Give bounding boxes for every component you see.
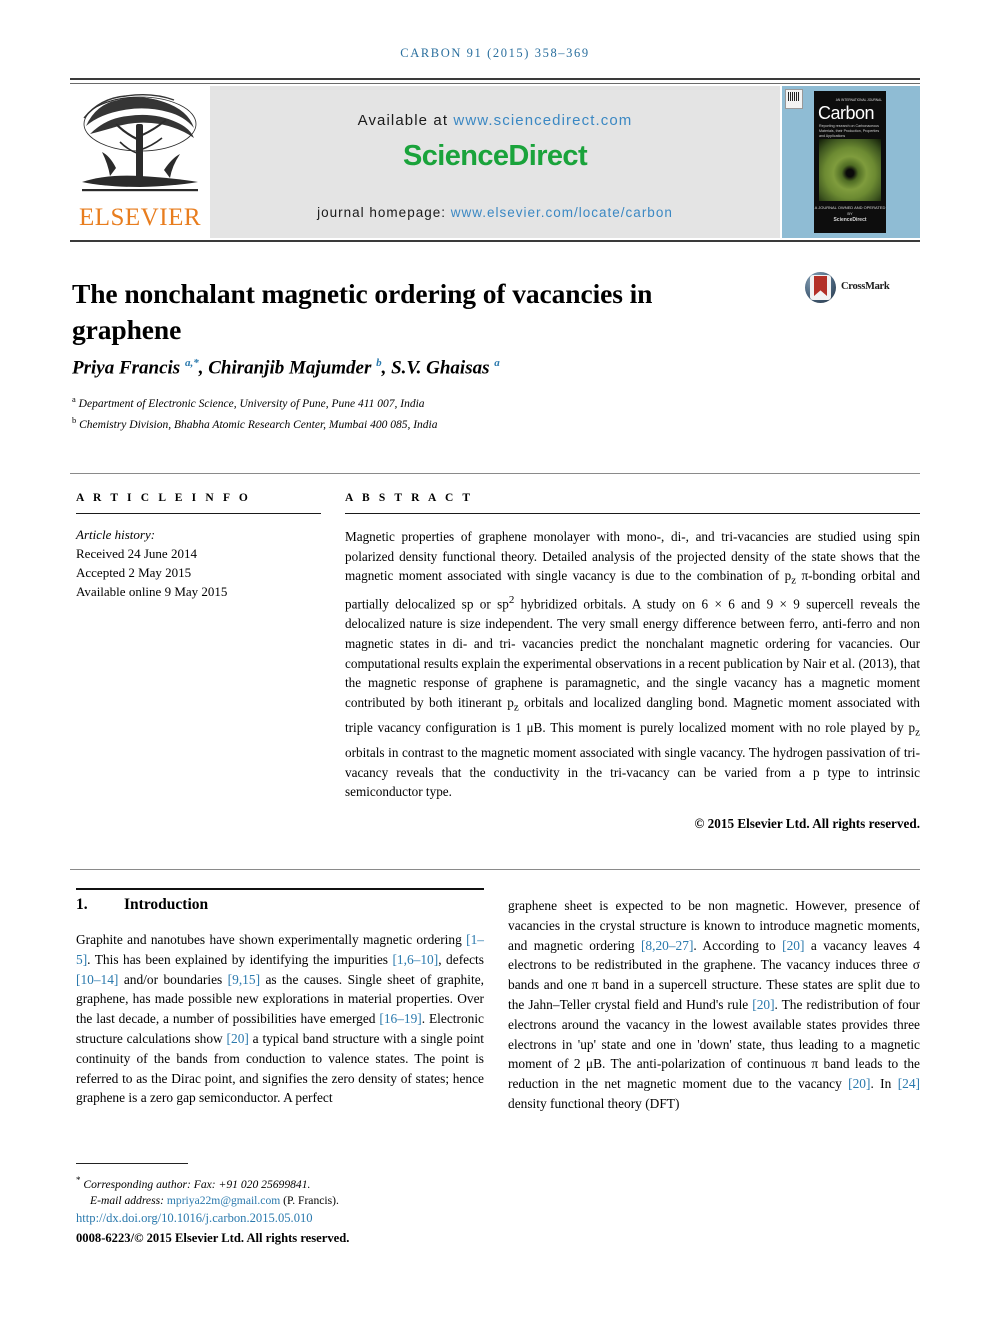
section-heading-rule <box>76 888 484 890</box>
abstract-heading: A B S T R A C T <box>345 492 474 504</box>
sciencedirect-panel: Available at www.sciencedirect.com Scien… <box>210 86 780 238</box>
available-at-label: Available at <box>357 112 449 129</box>
cover-subtitle: Reporting research on Carbonaceous Mater… <box>819 124 880 138</box>
masthead-top-rule <box>70 78 920 80</box>
corresponding-marker: * <box>76 1175 81 1185</box>
author-list: Priya Francis a,*, Chiranjib Majumder b,… <box>72 357 500 379</box>
article-info-heading-rule <box>76 513 321 514</box>
running-head: CARBON 91 (2015) 358–369 <box>400 46 590 60</box>
affiliation-marker-b: b <box>72 414 77 425</box>
section-title: Introduction <box>124 896 209 913</box>
cover-elsevier-mark-icon <box>785 89 803 109</box>
masthead-bottom-rule <box>70 240 920 242</box>
affiliation-text-a: Department of Electronic Science, Univer… <box>78 397 425 410</box>
footnote-rule <box>76 1163 188 1164</box>
article-history-received: Received 24 June 2014 <box>76 546 197 561</box>
cover-footer: A JOURNAL OWNED AND OPERATED BY ScienceD… <box>814 205 886 223</box>
sciencedirect-url-link[interactable]: www.sciencedirect.com <box>453 112 632 129</box>
crossmark-icon <box>805 272 836 303</box>
abstract-text: Magnetic properties of graphene monolaye… <box>345 529 921 800</box>
email-owner: (P. Francis). <box>283 1194 339 1208</box>
cover-journal-title: Carbon <box>818 103 875 123</box>
article-info-column: A R T I C L E I N F O Article history: R… <box>76 492 321 601</box>
section-heading-introduction: 1. Introduction <box>76 896 484 914</box>
body-column-left: 1. Introduction Graphite and nanotubes ha… <box>76 896 484 1108</box>
journal-cover-thumbnail[interactable]: AN INTERNATIONAL JOURNAL Carbon Reportin… <box>782 86 920 238</box>
journal-homepage-link[interactable]: www.elsevier.com/locate/carbon <box>451 205 673 220</box>
journal-homepage-line: journal homepage: www.elsevier.com/locat… <box>210 205 780 220</box>
crossmark-badge[interactable]: CrossMark <box>805 272 915 306</box>
article-page: CARBON 91 (2015) 358–369 ELSEVIER Availa… <box>0 0 992 1323</box>
article-history-online: Available online 9 May 2015 <box>76 584 228 599</box>
article-history-label: Article history: <box>76 527 156 542</box>
cover-footer-small: A JOURNAL OWNED AND OPERATED BY <box>814 205 886 216</box>
article-history-accepted: Accepted 2 May 2015 <box>76 565 192 580</box>
abstract-copyright: © 2015 Elsevier Ltd. All rights reserved… <box>694 816 920 832</box>
intro-paragraph-left: Graphite and nanotubes have shown experi… <box>76 932 484 1106</box>
body-top-rule <box>70 869 920 870</box>
affiliation-item: a Department of Electronic Science, Univ… <box>72 391 772 412</box>
corresponding-author-text: Corresponding author: Fax: +91 020 25699… <box>83 1177 311 1191</box>
doi-link[interactable]: http://dx.doi.org/10.1016/j.carbon.2015.… <box>76 1211 313 1226</box>
cover-artwork <box>819 139 881 201</box>
article-info-heading: A R T I C L E I N F O <box>76 492 251 504</box>
section-number: 1. <box>76 896 88 913</box>
info-top-rule <box>70 473 920 474</box>
available-at-line: Available at www.sciencedirect.com <box>210 112 780 129</box>
elsevier-tree-icon <box>82 93 198 192</box>
cover-footer-brand: ScienceDirect <box>833 217 867 223</box>
masthead: ELSEVIER Available at www.sciencedirect.… <box>70 86 920 238</box>
affiliation-marker-a: a <box>72 394 76 404</box>
sciencedirect-wordmark[interactable]: ScienceDirect <box>210 140 780 173</box>
article-history: Article history: Received 24 June 2014 A… <box>76 525 321 601</box>
journal-cover-image: AN INTERNATIONAL JOURNAL Carbon Reportin… <box>814 91 886 233</box>
email-line: E-mail address: mpriya22m@gmail.com (P. … <box>76 1193 496 1209</box>
page-title: The nonchalant magnetic ordering of vaca… <box>72 278 653 346</box>
masthead-top-rule-thin <box>70 83 920 84</box>
affiliation-list: a Department of Electronic Science, Univ… <box>72 391 772 433</box>
issn-copyright-line: 0008-6223/© 2015 Elsevier Ltd. All right… <box>76 1231 350 1245</box>
affiliation-item: b Chemistry Division, Bhabha Atomic Rese… <box>72 412 772 433</box>
abstract-heading-rule <box>345 513 920 514</box>
crossmark-label: CrossMark <box>841 281 890 292</box>
intro-paragraph-right: graphene sheet is expected to be non mag… <box>508 898 920 1111</box>
affiliation-text-b: Chemistry Division, Bhabha Atomic Resear… <box>79 418 438 431</box>
elsevier-logo: ELSEVIER <box>70 86 210 238</box>
abstract-column: A B S T R A C T Magnetic properties of g… <box>345 492 920 832</box>
corresponding-author-line: * Corresponding author: Fax: +91 020 256… <box>76 1172 496 1193</box>
email-link[interactable]: mpriya22m@gmail.com <box>167 1194 280 1207</box>
body-column-right: graphene sheet is expected to be non mag… <box>508 896 920 1114</box>
journal-homepage-label: journal homepage: <box>317 205 446 220</box>
email-label: E-mail address: <box>90 1194 164 1208</box>
cover-tagline-top: AN INTERNATIONAL JOURNAL <box>835 98 882 102</box>
elsevier-wordmark: ELSEVIER <box>78 204 202 231</box>
footnote-block: * Corresponding author: Fax: +91 020 256… <box>76 1172 496 1210</box>
